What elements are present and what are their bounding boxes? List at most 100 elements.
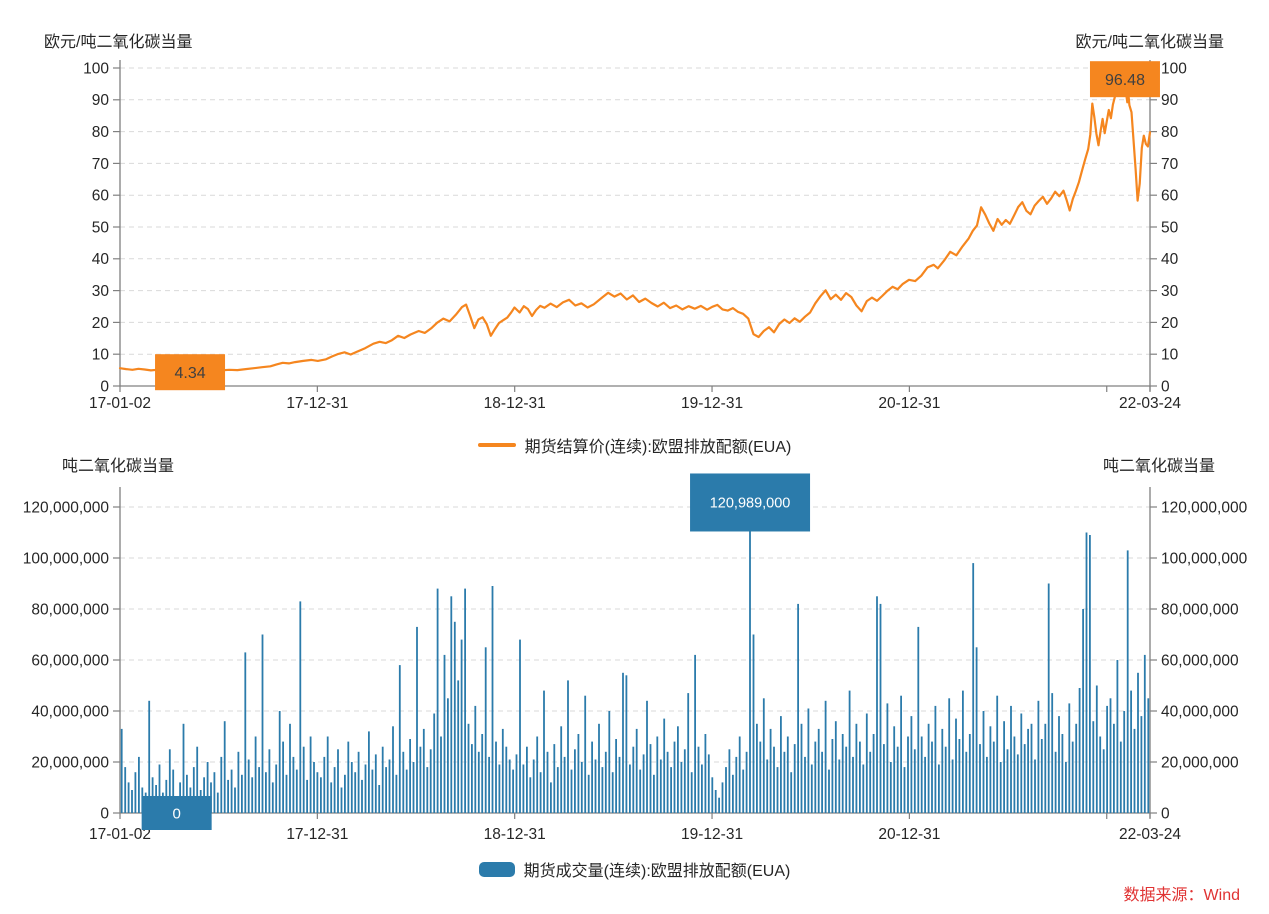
volume-bar [814, 742, 816, 813]
volume-bar [540, 772, 542, 813]
legend-label: 期货结算价(连续):欧盟排放配额(EUA) [525, 433, 792, 457]
volume-bar [416, 627, 418, 813]
volume-bar [269, 749, 271, 813]
volume-bar [708, 754, 710, 813]
volume-bar [406, 770, 408, 813]
volume-bar [1007, 749, 1009, 813]
y-tick-label-left: 70 [92, 156, 110, 173]
volume-bar [756, 724, 758, 813]
volume-bar [986, 757, 988, 813]
y-tick-label-left: 100,000,000 [23, 550, 110, 567]
volume-bar [1024, 744, 1026, 813]
volume-bar [550, 782, 552, 813]
volume-bar [368, 731, 370, 813]
volume-bar [124, 767, 126, 813]
volume-bar [574, 749, 576, 813]
volume-bar [347, 742, 349, 813]
volume-bar [279, 711, 281, 813]
volume-bar [1134, 729, 1136, 813]
volume-bar [941, 729, 943, 813]
volume-bar [426, 767, 428, 813]
volume-bar [543, 691, 545, 813]
x-tick-label: 17-01-02 [89, 395, 151, 412]
volume-bar [790, 772, 792, 813]
volume-bar [715, 790, 717, 813]
volume-bar [711, 777, 713, 813]
volume-bar [361, 780, 363, 813]
volume-bar [718, 798, 720, 813]
y-tick-label-right: 60,000,000 [1161, 652, 1239, 669]
volume-bar [396, 775, 398, 813]
volume-bar [1068, 703, 1070, 813]
volume-bar [873, 734, 875, 813]
volume-bar [722, 782, 724, 813]
volume-bar [557, 767, 559, 813]
volume-bar [1086, 533, 1088, 814]
volume-bar [705, 734, 707, 813]
volume-bar [392, 726, 394, 813]
volume-bar [526, 747, 528, 813]
volume-bar [553, 744, 555, 813]
volume-bar [437, 589, 439, 813]
volume-bar [650, 744, 652, 813]
volume-bar [334, 767, 336, 813]
volume-bar [687, 693, 689, 813]
volume-bar [1075, 724, 1077, 813]
volume-bar [529, 777, 531, 813]
volume-bar [746, 752, 748, 813]
legend-label: 期货成交量(连续):欧盟排放配额(EUA) [524, 857, 791, 881]
volume-bar [938, 765, 940, 814]
x-tick-label: 18-12-31 [484, 826, 546, 843]
y-tick-label-left: 60,000,000 [31, 652, 109, 669]
volume-bar [862, 765, 864, 814]
volume-bar [838, 760, 840, 814]
volume-bar [684, 749, 686, 813]
volume-bar [258, 767, 260, 813]
x-tick-label: 19-12-31 [681, 395, 743, 412]
volume-bar [828, 770, 830, 813]
y-tick-label-left: 50 [92, 219, 110, 236]
volume-bar [965, 752, 967, 813]
volume-bar [135, 772, 137, 813]
volume-bar [808, 709, 810, 814]
volume-bar [461, 640, 463, 813]
volume-bar [296, 770, 298, 813]
volume-bar [787, 737, 789, 814]
volume-bar [1014, 737, 1016, 814]
volume-bar [1092, 721, 1094, 813]
volume-bar [1117, 660, 1119, 813]
volume-bar [955, 719, 957, 813]
y-tick-label-left: 80,000,000 [31, 601, 109, 618]
report-figure: 欧元/吨二氧化碳当量 欧元/吨二氧化碳当量 吨二氧化碳当量 吨二氧化碳当量 00… [0, 0, 1269, 914]
volume-bar [804, 757, 806, 813]
y-tick-label-right: 40,000,000 [1161, 703, 1239, 720]
volume-bar [231, 770, 233, 813]
volume-bar [639, 770, 641, 813]
volume-bar [948, 698, 950, 813]
volume-bar [1017, 754, 1019, 813]
volume-bar [505, 747, 507, 813]
volume-bar [341, 788, 343, 814]
volume-bar [578, 734, 580, 813]
volume-bar [571, 770, 573, 813]
volume-bar [399, 665, 401, 813]
volume-bar [512, 770, 514, 813]
volume-bar [663, 719, 665, 813]
max-value-badge-text: 96.48 [1105, 72, 1145, 89]
volume-chart: 0020,000,00020,000,00040,000,00040,000,0… [23, 473, 1248, 843]
volume-bar [759, 742, 761, 813]
volume-bar [581, 762, 583, 813]
y-tick-label-right: 60 [1161, 188, 1179, 205]
volume-bar [996, 696, 998, 813]
volume-bar [780, 716, 782, 813]
volume-bar [1055, 752, 1057, 813]
volume-bar [351, 762, 353, 813]
volume-bar [313, 762, 315, 813]
volume-bar [481, 734, 483, 813]
volume-bar [591, 742, 593, 813]
volume-bar [1147, 698, 1149, 813]
y-tick-label-left: 30 [92, 283, 110, 300]
x-tick-label: 19-12-31 [681, 826, 743, 843]
y-tick-label-right: 0 [1161, 378, 1170, 395]
volume-bar [1082, 609, 1084, 813]
